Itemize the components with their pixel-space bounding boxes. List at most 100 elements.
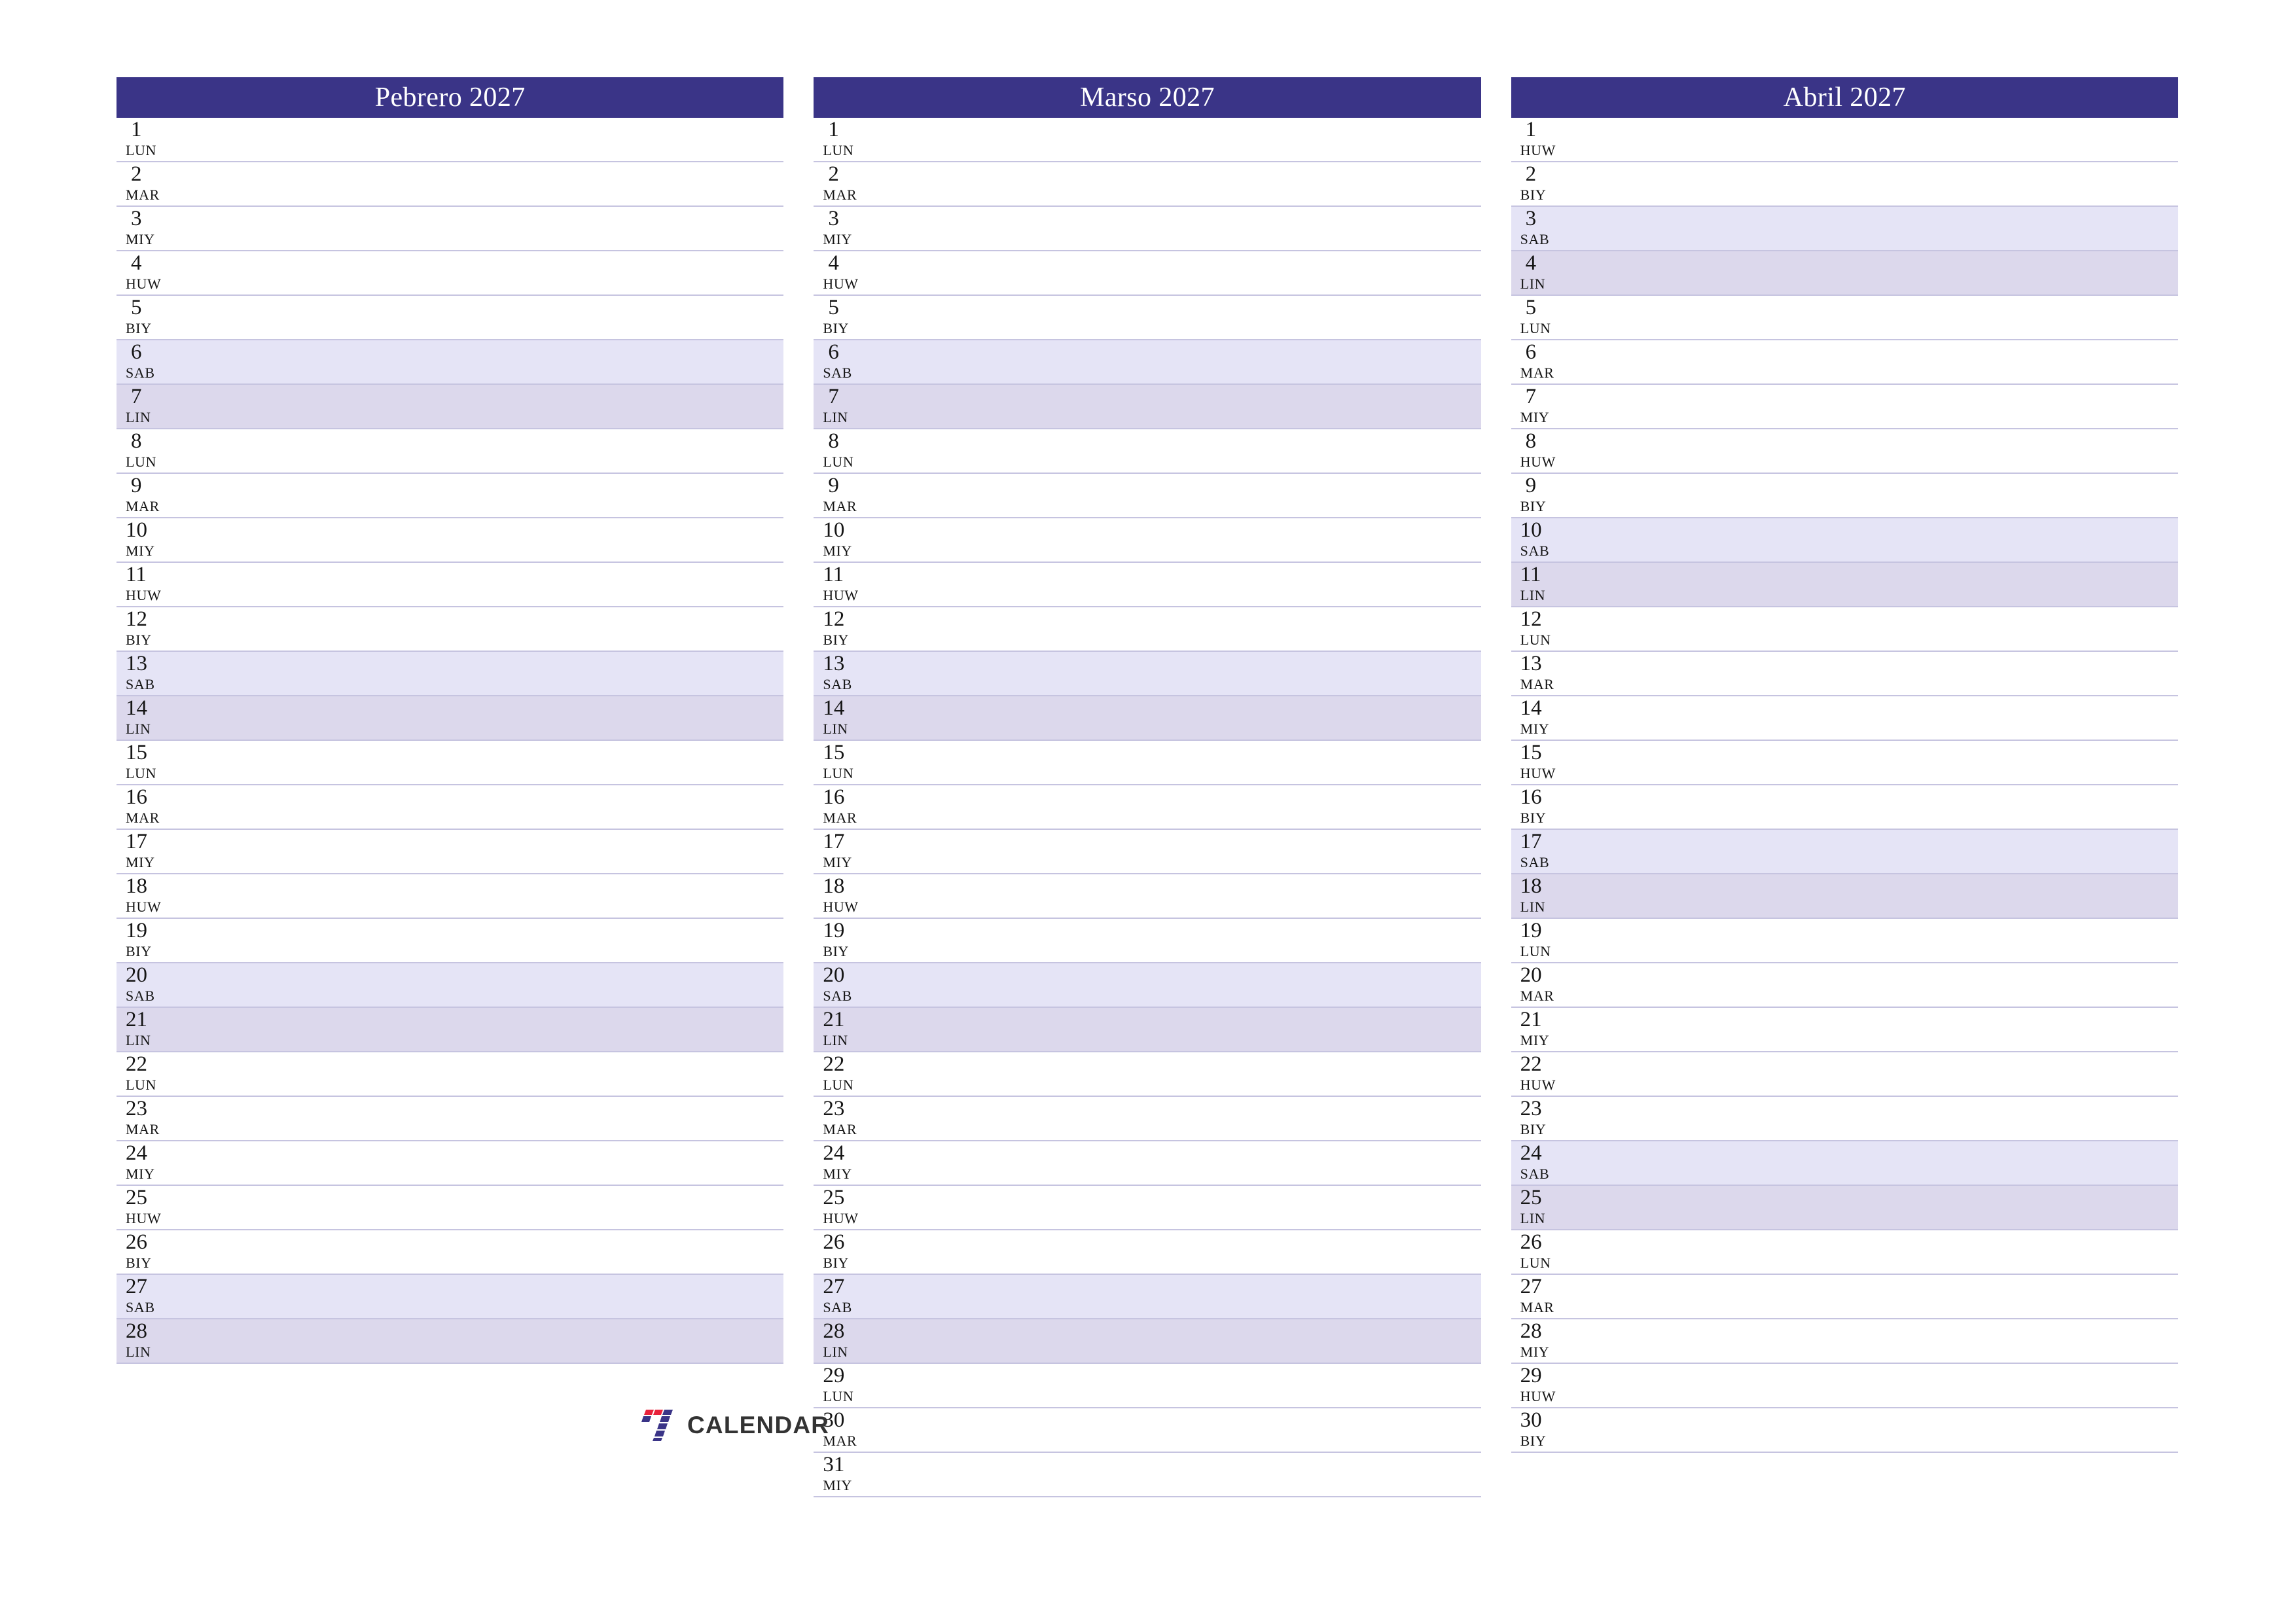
day-row[interactable]: 31 MIY: [814, 1453, 1481, 1497]
day-row[interactable]: 25 LIN: [1511, 1186, 2178, 1230]
day-row[interactable]: 11 HUW: [814, 563, 1481, 607]
day-row[interactable]: 19 LUN: [1511, 919, 2178, 963]
day-row[interactable]: 23 BIY: [1511, 1097, 2178, 1141]
day-row[interactable]: 5 BIY: [117, 296, 784, 340]
day-row[interactable]: 14 MIY: [1511, 696, 2178, 741]
day-row[interactable]: 7 LIN: [814, 385, 1481, 429]
day-row[interactable]: 27 SAB: [117, 1275, 784, 1319]
day-row[interactable]: 28 MIY: [1511, 1319, 2178, 1364]
month-column: Pebrero 2027 1 LUN 2 MAR 3 MIY 4 HUW 5 BIY 6 SAB 7 LIN…: [117, 77, 784, 1576]
day-weekday: LIN: [823, 1344, 848, 1360]
day-row[interactable]: 20 SAB: [117, 963, 784, 1008]
day-row[interactable]: 12 BIY: [814, 607, 1481, 652]
day-row[interactable]: 22 HUW: [1511, 1052, 2178, 1097]
day-row[interactable]: 10 MIY: [117, 518, 784, 563]
day-number: 15: [126, 741, 147, 764]
day-row[interactable]: 6 SAB: [117, 340, 784, 385]
day-row[interactable]: 22 LUN: [814, 1052, 1481, 1097]
day-number: 28: [823, 1319, 845, 1343]
day-row[interactable]: 17 SAB: [1511, 830, 2178, 874]
day-row[interactable]: 23 MAR: [814, 1097, 1481, 1141]
day-row[interactable]: 10 MIY: [814, 518, 1481, 563]
day-row[interactable]: 5 LUN: [1511, 296, 2178, 340]
day-row[interactable]: 15 LUN: [814, 741, 1481, 785]
day-row[interactable]: 29 LUN: [814, 1364, 1481, 1408]
day-row[interactable]: 25 HUW: [814, 1186, 1481, 1230]
day-number: 14: [126, 696, 147, 720]
day-row[interactable]: 28 LIN: [814, 1319, 1481, 1364]
day-row[interactable]: 2 MAR: [814, 162, 1481, 207]
day-row[interactable]: 2 BIY: [1511, 162, 2178, 207]
day-row[interactable]: 20 SAB: [814, 963, 1481, 1008]
day-row[interactable]: 1 HUW: [1511, 118, 2178, 162]
day-weekday: LUN: [126, 142, 157, 158]
day-row[interactable]: 3 MIY: [814, 207, 1481, 251]
day-row[interactable]: 19 BIY: [117, 919, 784, 963]
day-row[interactable]: 22 LUN: [117, 1052, 784, 1097]
day-row[interactable]: 23 MAR: [117, 1097, 784, 1141]
day-row[interactable]: 18 LIN: [1511, 874, 2178, 919]
day-row[interactable]: 25 HUW: [117, 1186, 784, 1230]
day-row[interactable]: 14 LIN: [814, 696, 1481, 741]
day-row[interactable]: 26 LUN: [1511, 1230, 2178, 1275]
day-row[interactable]: 7 LIN: [117, 385, 784, 429]
day-row[interactable]: 27 MAR: [1511, 1275, 2178, 1319]
day-row[interactable]: 8 LUN: [117, 429, 784, 474]
day-row[interactable]: 21 MIY: [1511, 1008, 2178, 1052]
day-row[interactable]: 13 SAB: [117, 652, 784, 696]
day-row[interactable]: 16 BIY: [1511, 785, 2178, 830]
day-row[interactable]: 27 SAB: [814, 1275, 1481, 1319]
day-row[interactable]: 13 SAB: [814, 652, 1481, 696]
day-row[interactable]: 17 MIY: [117, 830, 784, 874]
day-row[interactable]: 8 LUN: [814, 429, 1481, 474]
day-weekday: LIN: [823, 721, 848, 737]
day-row[interactable]: 7 MIY: [1511, 385, 2178, 429]
day-row[interactable]: 3 MIY: [117, 207, 784, 251]
day-row[interactable]: 8 HUW: [1511, 429, 2178, 474]
day-row[interactable]: 30 MAR: [814, 1408, 1481, 1453]
day-row[interactable]: 19 BIY: [814, 919, 1481, 963]
day-row[interactable]: 11 HUW: [117, 563, 784, 607]
day-row[interactable]: 4 LIN: [1511, 251, 2178, 296]
day-row[interactable]: 18 HUW: [117, 874, 784, 919]
day-row[interactable]: 24 MIY: [117, 1141, 784, 1186]
day-row[interactable]: 21 LIN: [814, 1008, 1481, 1052]
day-row[interactable]: 4 HUW: [117, 251, 784, 296]
day-row[interactable]: 15 LUN: [117, 741, 784, 785]
day-weekday: MIY: [126, 854, 155, 870]
day-number: 26: [1520, 1230, 1542, 1254]
day-row[interactable]: 5 BIY: [814, 296, 1481, 340]
day-row[interactable]: 16 MAR: [117, 785, 784, 830]
day-row[interactable]: 26 BIY: [117, 1230, 784, 1275]
day-row[interactable]: 15 HUW: [1511, 741, 2178, 785]
day-row[interactable]: 20 MAR: [1511, 963, 2178, 1008]
day-row[interactable]: 6 MAR: [1511, 340, 2178, 385]
day-row[interactable]: 9 MAR: [117, 474, 784, 518]
day-row[interactable]: 10 SAB: [1511, 518, 2178, 563]
day-row[interactable]: 26 BIY: [814, 1230, 1481, 1275]
day-number: 16: [823, 785, 845, 809]
day-row[interactable]: 16 MAR: [814, 785, 1481, 830]
day-row[interactable]: 9 MAR: [814, 474, 1481, 518]
day-row[interactable]: 17 MIY: [814, 830, 1481, 874]
day-row[interactable]: 24 MIY: [814, 1141, 1481, 1186]
day-row[interactable]: 12 LUN: [1511, 607, 2178, 652]
day-row[interactable]: 1 LUN: [117, 118, 784, 162]
day-row[interactable]: 6 SAB: [814, 340, 1481, 385]
day-row[interactable]: 30 BIY: [1511, 1408, 2178, 1453]
day-row[interactable]: 28 LIN: [117, 1319, 784, 1364]
day-row[interactable]: 2 MAR: [117, 162, 784, 207]
day-row[interactable]: 13 MAR: [1511, 652, 2178, 696]
day-row[interactable]: 18 HUW: [814, 874, 1481, 919]
day-row[interactable]: 4 HUW: [814, 251, 1481, 296]
day-row[interactable]: 3 SAB: [1511, 207, 2178, 251]
day-weekday: LIN: [126, 409, 151, 425]
day-row[interactable]: 1 LUN: [814, 118, 1481, 162]
day-row[interactable]: 29 HUW: [1511, 1364, 2178, 1408]
day-row[interactable]: 9 BIY: [1511, 474, 2178, 518]
day-row[interactable]: 24 SAB: [1511, 1141, 2178, 1186]
day-row[interactable]: 11 LIN: [1511, 563, 2178, 607]
day-row[interactable]: 12 BIY: [117, 607, 784, 652]
day-row[interactable]: 21 LIN: [117, 1008, 784, 1052]
day-row[interactable]: 14 LIN: [117, 696, 784, 741]
